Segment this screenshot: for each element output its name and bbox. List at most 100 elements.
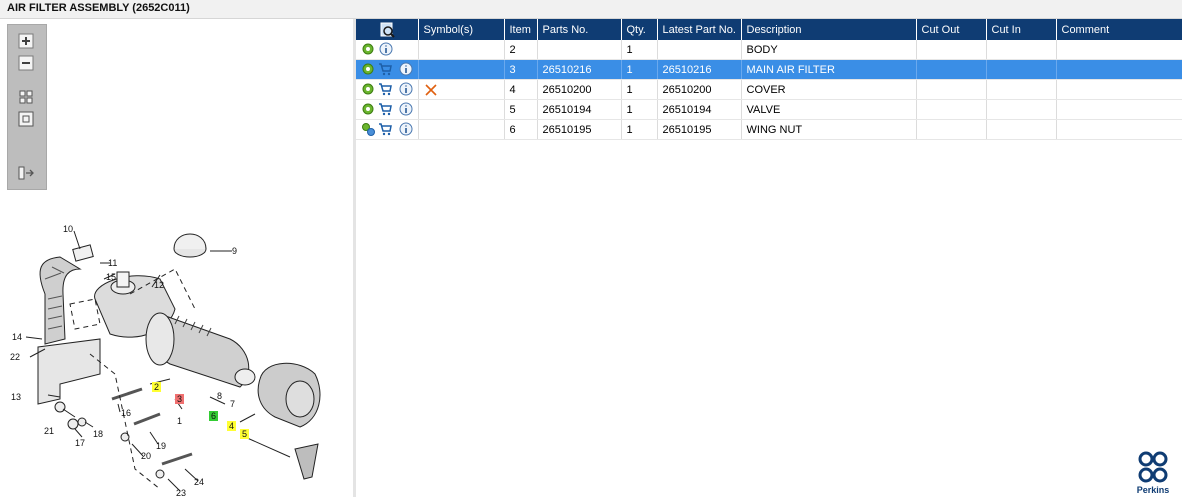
info-icon[interactable] (399, 82, 413, 96)
row-description: WING NUT (741, 119, 917, 140)
row-description: MAIN AIR FILTER (741, 59, 917, 80)
column-header-qty[interactable]: Qty. (621, 19, 658, 40)
exploded-parts-diagram: 10 9 11 15 12 14 22 13 2 3 8 7 16 1 6 4 … (10, 224, 321, 497)
callout-18: 18 (93, 429, 103, 439)
row-item: 6 (504, 119, 538, 140)
plus-magnifier-icon (18, 33, 34, 49)
brand-name: Perkins (1136, 485, 1170, 495)
row-actions (356, 119, 419, 140)
gear-icon[interactable] (361, 62, 375, 76)
table-row[interactable]: 6 26510195 1 26510195 WING NUT (356, 119, 1182, 140)
callout-14: 14 (12, 332, 22, 342)
row-qty: 1 (621, 40, 658, 60)
row-qty: 1 (621, 59, 658, 80)
callout-7: 7 (230, 399, 235, 409)
callout-10: 10 (63, 224, 73, 234)
row-actions (356, 99, 419, 120)
callout-3-text: 3 (177, 394, 182, 404)
row-cut-in (986, 79, 1057, 100)
callout-17: 17 (75, 438, 85, 448)
callout-12: 12 (154, 280, 164, 290)
cross-icon (424, 83, 437, 96)
callout-11: 11 (108, 258, 117, 268)
parts-table: Symbol(s) Item Parts No. Qty. Latest Par… (356, 19, 1182, 140)
row-latest-part-no (657, 40, 742, 60)
callout-23: 23 (176, 488, 186, 497)
gear-icon[interactable] (361, 82, 375, 96)
table-row-selected[interactable]: 3 26510216 1 26510216 MAIN AIR FILTER (356, 59, 1182, 80)
row-qty: 1 (621, 99, 658, 120)
row-actions (356, 40, 419, 60)
callout-20: 20 (141, 451, 151, 461)
row-symbol (418, 59, 505, 80)
table-row[interactable]: 4 26510200 1 26510200 COVER (356, 79, 1182, 100)
callout-24: 24 (194, 477, 204, 487)
gear-icon[interactable] (361, 102, 375, 116)
row-item: 4 (504, 79, 538, 100)
row-part-no (537, 40, 622, 60)
row-actions (356, 59, 419, 80)
column-header-comment[interactable]: Comment (1056, 19, 1182, 40)
magnifier-document-icon (380, 22, 395, 38)
callout-15: 15 (106, 272, 116, 282)
parts-list-pane: Symbol(s) Item Parts No. Qty. Latest Par… (356, 19, 1182, 497)
square-icon (18, 111, 34, 127)
row-comment (1056, 79, 1182, 100)
shopping-cart-icon[interactable] (378, 82, 392, 96)
row-symbol (418, 40, 505, 60)
fit-view-button[interactable] (16, 88, 36, 106)
column-header-symbols[interactable]: Symbol(s) (418, 19, 505, 40)
gear-icon[interactable] (361, 42, 375, 56)
info-icon[interactable] (399, 62, 413, 76)
zoom-out-button[interactable] (16, 54, 36, 72)
page-title: AIR FILTER ASSEMBLY (2652C011) (7, 2, 190, 14)
row-part-no: 26510216 (537, 59, 622, 80)
column-header-actions[interactable] (356, 19, 419, 40)
row-latest-part-no: 26510195 (657, 119, 742, 140)
callout-6-text: 6 (211, 411, 216, 421)
column-header-parts-no[interactable]: Parts No. (537, 19, 622, 40)
table-header-row: Symbol(s) Item Parts No. Qty. Latest Par… (356, 19, 1182, 40)
callout-1: 1 (177, 416, 182, 426)
callout-9: 9 (232, 246, 237, 256)
row-latest-part-no: 26510194 (657, 99, 742, 120)
column-header-cut-in[interactable]: Cut In (986, 19, 1057, 40)
row-cut-in (986, 59, 1057, 80)
reset-view-button[interactable] (16, 110, 36, 128)
column-header-description[interactable]: Description (741, 19, 917, 40)
row-comment (1056, 59, 1182, 80)
row-cut-in (986, 119, 1057, 140)
callout-4-text: 4 (229, 421, 234, 431)
row-part-no: 26510194 (537, 99, 622, 120)
column-header-cut-out[interactable]: Cut Out (916, 19, 987, 40)
minus-magnifier-icon (18, 55, 34, 71)
row-cut-out (916, 119, 987, 140)
row-item: 3 (504, 59, 538, 80)
row-qty: 1 (621, 79, 658, 100)
shopping-cart-icon[interactable] (378, 102, 392, 116)
shopping-cart-icon[interactable] (378, 62, 392, 76)
row-description: VALVE (741, 99, 917, 120)
shopping-cart-icon[interactable] (378, 122, 392, 136)
row-comment (1056, 99, 1182, 120)
row-item: 5 (504, 99, 538, 120)
callout-16: 16 (121, 408, 131, 418)
row-symbol (418, 99, 505, 120)
list-toggle-button[interactable] (16, 164, 36, 182)
info-icon[interactable] (399, 102, 413, 116)
double-gear-icon[interactable] (361, 122, 375, 136)
info-icon[interactable] (379, 42, 393, 56)
list-arrow-icon (18, 166, 34, 180)
row-cut-out (916, 40, 987, 60)
info-icon[interactable] (399, 122, 413, 136)
drawing-pane: 10 9 11 15 12 14 22 13 2 3 8 7 16 1 6 4 … (0, 19, 353, 497)
table-row[interactable]: 5 26510194 1 26510194 VALVE (356, 99, 1182, 120)
row-description: COVER (741, 79, 917, 100)
row-actions (356, 79, 419, 100)
column-header-latest-part-no[interactable]: Latest Part No. (657, 19, 742, 40)
row-part-no: 26510195 (537, 119, 622, 140)
drawing-toolbar (7, 24, 47, 190)
zoom-in-button[interactable] (16, 32, 36, 50)
column-header-item[interactable]: Item (504, 19, 538, 40)
table-row[interactable]: 2 1 BODY (356, 40, 1182, 60)
